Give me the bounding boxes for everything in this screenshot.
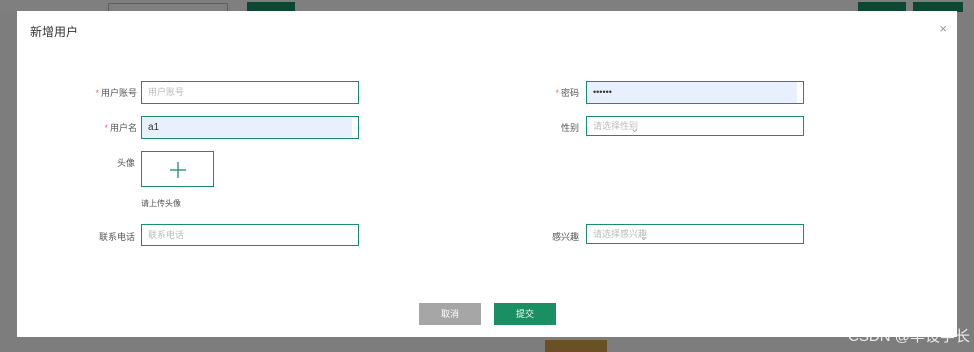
- gender-label: 性别: [560, 123, 579, 133]
- password-input[interactable]: ••••••: [586, 81, 804, 104]
- username-input[interactable]: a1: [141, 116, 359, 139]
- dialog-title: 新增用户: [30, 25, 79, 39]
- chevron-down-icon: ⌄: [631, 124, 639, 134]
- interest-label: 感兴趣: [551, 232, 579, 242]
- avatar-upload[interactable]: [141, 151, 214, 187]
- plus-icon: [170, 162, 186, 178]
- password-label: * 密码: [555, 88, 579, 98]
- avatar-label: 头像: [116, 158, 135, 168]
- phone-input[interactable]: 联系电话: [141, 224, 359, 246]
- interest-select[interactable]: 请选择感兴趣⌄: [586, 224, 804, 244]
- phone-label: 联系电话: [98, 232, 135, 242]
- chevron-down-icon: ⌄: [640, 232, 648, 242]
- account-input[interactable]: 用户账号: [141, 81, 359, 104]
- cancel-button[interactable]: 取消: [419, 303, 481, 325]
- upload-tip: 请上传头像: [141, 199, 181, 208]
- username-label: * 用户名: [104, 123, 137, 133]
- gender-select[interactable]: 请选择性别⌄: [586, 116, 804, 136]
- submit-button[interactable]: 提交: [494, 303, 556, 325]
- add-user-dialog: 新增用户 × * 用户账号 用户账号 * 密码 •••••• * 用户名 a1 性别 …: [17, 11, 957, 337]
- close-icon[interactable]: ×: [939, 21, 947, 36]
- account-label: * 用户账号: [95, 88, 137, 98]
- watermark: CSDN @毕设学长: [848, 328, 970, 345]
